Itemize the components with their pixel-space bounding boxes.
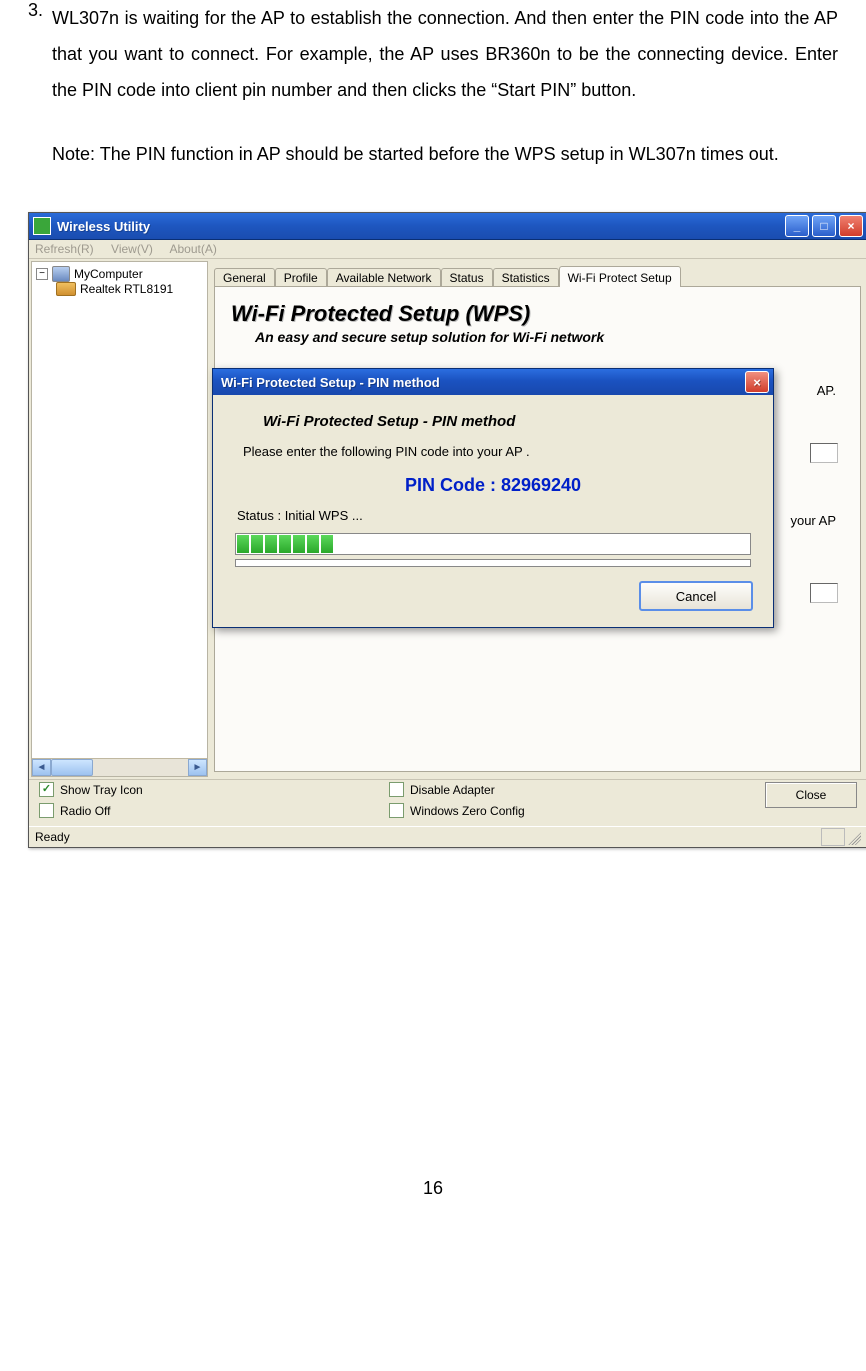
check-label: Windows Zero Config xyxy=(410,804,525,818)
close-button[interactable]: Close xyxy=(765,782,857,808)
background-input-1 xyxy=(810,443,838,463)
cancel-button[interactable]: Cancel xyxy=(639,581,753,611)
checkbox-icon[interactable] xyxy=(389,803,404,818)
check-label: Radio Off xyxy=(60,804,110,818)
menu-bar: Refresh(R) View(V) About(A) xyxy=(29,240,866,259)
tab-profile[interactable]: Profile xyxy=(275,268,327,287)
computer-icon xyxy=(52,266,70,282)
check-zero-config[interactable]: Windows Zero Config xyxy=(389,803,525,818)
status-bar: Ready xyxy=(29,826,866,847)
page-number: 16 xyxy=(28,1178,838,1199)
collapse-icon[interactable]: − xyxy=(36,268,48,280)
tree-root[interactable]: − MyComputer xyxy=(36,266,203,282)
menu-view[interactable]: View(V) xyxy=(111,242,153,256)
tree-child[interactable]: Realtek RTL8191 xyxy=(36,282,203,296)
progress-track xyxy=(235,559,751,567)
check-radio-off[interactable]: Radio Off xyxy=(39,803,389,818)
title-bar: Wireless Utility _ □ × xyxy=(29,213,866,240)
wps-title: Wi-Fi Protected Setup (WPS) xyxy=(231,301,844,327)
scroll-thumb[interactable] xyxy=(51,759,93,776)
tab-available-network[interactable]: Available Network xyxy=(327,268,441,287)
close-window-button[interactable]: × xyxy=(839,215,863,237)
tree-root-label: MyComputer xyxy=(74,267,143,281)
window-title: Wireless Utility xyxy=(57,219,785,234)
tab-wifi-protect-setup[interactable]: Wi-Fi Protect Setup xyxy=(559,266,681,287)
dialog-title-bar: Wi-Fi Protected Setup - PIN method × xyxy=(213,369,773,395)
dialog-instruction: Please enter the following PIN code into… xyxy=(243,444,753,459)
wps-subtitle: An easy and secure setup solution for Wi… xyxy=(255,329,844,345)
tab-status[interactable]: Status xyxy=(441,268,493,287)
maximize-button[interactable]: □ xyxy=(812,215,836,237)
pin-dialog: Wi-Fi Protected Setup - PIN method × Wi-… xyxy=(212,368,774,628)
pin-code: PIN Code : 82969240 xyxy=(233,475,753,496)
dialog-heading: Wi-Fi Protected Setup - PIN method xyxy=(263,413,753,430)
background-text-your-ap: your AP xyxy=(790,513,836,528)
check-show-tray[interactable]: ✓ Show Tray Icon xyxy=(39,782,389,797)
scroll-left-icon[interactable]: ◄ xyxy=(32,759,51,776)
checkbox-icon[interactable] xyxy=(389,782,404,797)
device-tree: − MyComputer Realtek RTL8191 ◄ ► xyxy=(31,261,208,777)
dialog-close-button[interactable]: × xyxy=(745,371,769,393)
progress-bar xyxy=(235,533,751,555)
check-label: Show Tray Icon xyxy=(60,783,143,797)
check-label: Disable Adapter xyxy=(410,783,495,797)
checkbox-icon[interactable]: ✓ xyxy=(39,782,54,797)
status-box xyxy=(821,828,845,846)
dialog-status: Status : Initial WPS ... xyxy=(237,508,753,523)
menu-about[interactable]: About(A) xyxy=(170,242,217,256)
app-window: Wireless Utility _ □ × Refresh(R) View(V… xyxy=(28,212,866,848)
scroll-right-icon[interactable]: ► xyxy=(188,759,207,776)
background-text-ap: AP. xyxy=(817,383,836,398)
step-number: 3. xyxy=(28,0,52,108)
tree-scrollbar[interactable]: ◄ ► xyxy=(32,758,207,776)
resize-grip-icon[interactable] xyxy=(845,829,861,845)
note-text: Note: The PIN function in AP should be s… xyxy=(52,136,838,172)
minimize-button[interactable]: _ xyxy=(785,215,809,237)
adapter-icon xyxy=(56,282,76,296)
background-input-2 xyxy=(810,583,838,603)
bottom-bar: ✓ Show Tray Icon Radio Off Disable Adapt… xyxy=(29,779,866,826)
checkbox-icon[interactable] xyxy=(39,803,54,818)
tree-child-label: Realtek RTL8191 xyxy=(80,282,173,296)
tab-general[interactable]: General xyxy=(214,268,275,287)
tab-strip: General Profile Available Network Status… xyxy=(214,263,861,287)
app-icon xyxy=(33,217,51,235)
status-text: Ready xyxy=(35,830,70,844)
check-disable-adapter[interactable]: Disable Adapter xyxy=(389,782,525,797)
step-text: WL307n is waiting for the AP to establis… xyxy=(52,0,838,108)
menu-refresh[interactable]: Refresh(R) xyxy=(35,242,94,256)
dialog-title: Wi-Fi Protected Setup - PIN method xyxy=(221,375,440,390)
tab-statistics[interactable]: Statistics xyxy=(493,268,559,287)
